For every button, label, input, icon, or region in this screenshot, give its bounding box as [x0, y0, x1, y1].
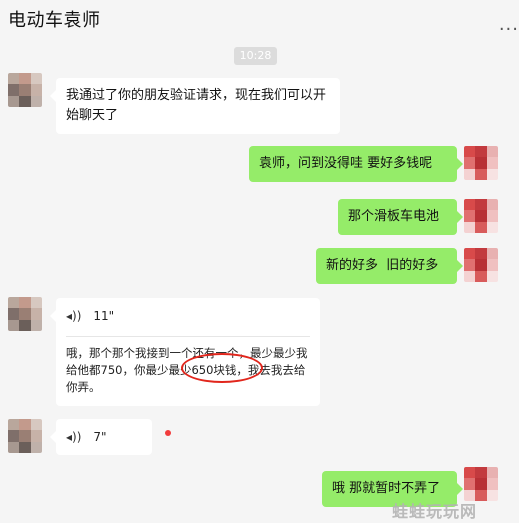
divider — [66, 336, 310, 337]
contact-avatar[interactable] — [8, 73, 42, 107]
more-icon[interactable]: ... — [499, 14, 519, 35]
message-text: 新的好多 旧的好多 — [326, 258, 439, 273]
message-text: 哦 那就暂时不弄了 — [332, 481, 441, 496]
message-bubble-left[interactable]: 我通过了你的朋友验证请求，现在我们可以开始聊天了 — [50, 78, 340, 134]
my-avatar[interactable] — [464, 146, 498, 180]
chat-title: 电动车袁师 — [8, 10, 101, 31]
my-avatar[interactable] — [464, 199, 498, 233]
voice-wave-icon: ◂)) — [66, 309, 82, 323]
message-text: 袁师，问到没得哇 要好多钱呢 — [259, 156, 433, 171]
voice-duration: 7" — [93, 430, 107, 444]
chat-header: 电动车袁师 ... — [0, 0, 519, 36]
voice-row[interactable]: ◂)) 7" — [66, 427, 142, 447]
message-bubble-right[interactable]: 那个滑板车电池 — [338, 199, 463, 235]
highlight-circle-annotation — [181, 353, 263, 383]
my-avatar[interactable] — [464, 248, 498, 282]
timestamp: 10:28 — [234, 47, 277, 65]
message-bubble-right[interactable]: 新的好多 旧的好多 — [316, 248, 463, 284]
message-bubble-right[interactable]: 袁师，问到没得哇 要好多钱呢 — [249, 146, 463, 182]
voice-wave-icon: ◂)) — [66, 430, 82, 444]
message-text: 我通过了你的朋友验证请求，现在我们可以开始聊天了 — [66, 88, 327, 123]
my-avatar[interactable] — [464, 467, 498, 501]
voice-message-bubble[interactable]: ◂)) 11" 哦，那个那个我接到一个还有一个，最少最少我给他都750，你最少最… — [50, 298, 320, 406]
message-text: 那个滑板车电池 — [348, 209, 440, 224]
voice-duration: 11" — [93, 309, 115, 323]
voice-row[interactable]: ◂)) 11" — [66, 306, 310, 326]
watermark: 蛙蛙玩玩网 — [392, 502, 478, 521]
voice-message-bubble[interactable]: ◂)) 7" — [50, 419, 152, 455]
unread-dot — [165, 430, 171, 436]
contact-avatar[interactable] — [8, 419, 42, 453]
contact-avatar[interactable] — [8, 297, 42, 331]
